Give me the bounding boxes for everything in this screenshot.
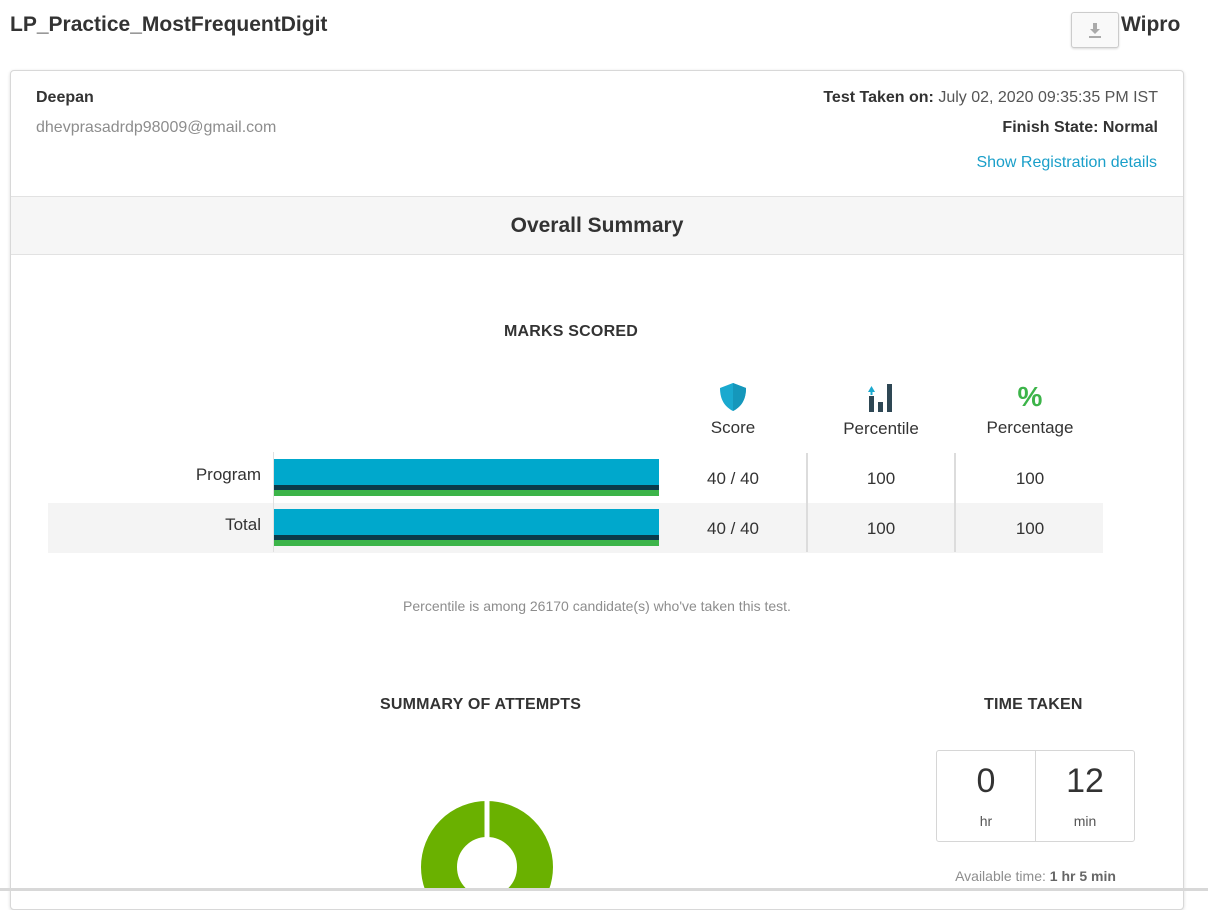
bar-percentage-segment	[274, 490, 659, 496]
col-percentile: Percentile	[843, 419, 919, 438]
percentile-note: Percentile is among 26170 candidate(s) w…	[403, 598, 791, 614]
finish-state: Finish State: Normal	[1002, 119, 1158, 136]
test-taken-value: July 02, 2020 09:35:35 PM IST	[938, 89, 1158, 106]
candidate-name: Deepan	[36, 89, 94, 106]
column-divider	[806, 453, 808, 552]
time-hours: 0 hr	[937, 751, 1035, 841]
bar-score-segment	[274, 509, 659, 535]
show-registration-link[interactable]: Show Registration details	[976, 154, 1157, 172]
total-percentage: 100	[1015, 519, 1045, 538]
donut-gap	[484, 801, 490, 847]
total-percentile: 100	[866, 519, 896, 538]
program-percentage: 100	[1015, 469, 1045, 488]
hours-unit: hr	[979, 813, 993, 829]
test-taken-on: Test Taken on: July 02, 2020 09:35:35 PM…	[823, 89, 1158, 107]
candidate-email: dhevprasadrdp98009@gmail.com	[36, 119, 277, 136]
page-title: LP_Practice_MostFrequentDigit	[10, 13, 328, 36]
attempts-donut-chart	[421, 801, 553, 891]
time-taken-heading: TIME TAKEN	[984, 696, 1083, 713]
shield-icon	[720, 383, 746, 411]
minutes-value: 12	[1066, 762, 1104, 800]
bar-percentage-segment	[274, 540, 659, 546]
percent-icon: %	[1017, 381, 1043, 412]
download-icon	[1089, 23, 1101, 38]
program-percentile: 100	[866, 469, 896, 488]
total-score-bar	[274, 509, 659, 546]
download-button[interactable]	[1071, 12, 1119, 48]
minutes-unit: min	[1073, 813, 1097, 829]
col-score: Score	[710, 418, 756, 437]
marks-scored-heading: MARKS SCORED	[504, 323, 638, 340]
total-score: 40 / 40	[707, 519, 759, 538]
test-taken-label: Test Taken on:	[823, 89, 934, 106]
row-label-total: Total	[225, 515, 261, 534]
score-icon-wrap	[658, 380, 808, 412]
percentile-icon-wrap	[806, 380, 956, 412]
attempts-heading: SUMMARY OF ATTEMPTS	[380, 696, 582, 713]
available-time: Available time: 1 hr 5 min	[936, 868, 1135, 884]
available-time-value: 1 hr 5 min	[1049, 868, 1116, 884]
col-percentage: Percentage	[986, 418, 1074, 437]
bar-chart-icon	[868, 384, 892, 412]
overall-summary-title: Overall Summary	[510, 213, 684, 237]
overall-summary-header: Overall Summary	[11, 196, 1183, 255]
hours-value: 0	[976, 762, 996, 800]
percentage-icon-wrap: %	[955, 380, 1105, 412]
org-name: Wipro	[1121, 13, 1181, 36]
program-score-bar	[274, 459, 659, 496]
column-divider	[954, 453, 956, 552]
time-minutes: 12 min	[1035, 751, 1134, 841]
row-label-program: Program	[195, 465, 261, 484]
bar-score-segment	[274, 459, 659, 485]
program-score: 40 / 40	[707, 469, 759, 488]
time-taken-box: 0 hr 12 min	[936, 750, 1135, 842]
available-time-label: Available time:	[955, 868, 1046, 884]
